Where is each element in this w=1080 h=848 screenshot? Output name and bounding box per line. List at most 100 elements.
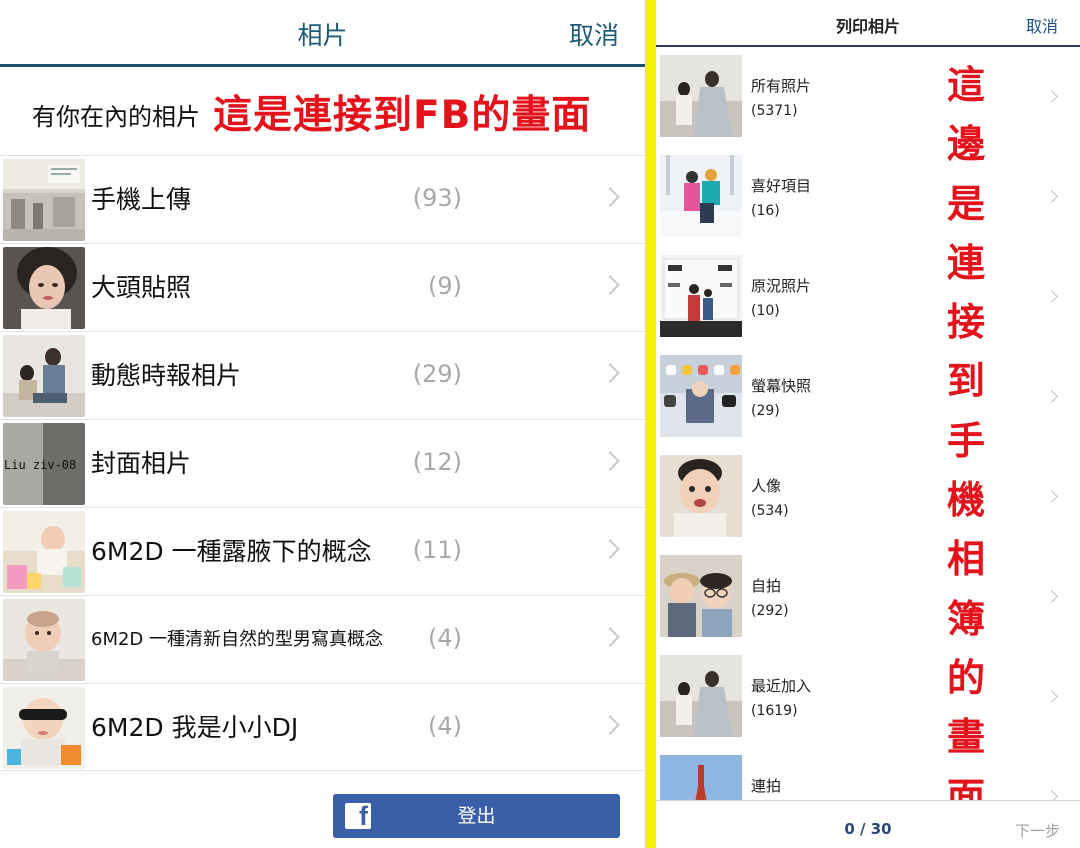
album-name: 大頭貼照 xyxy=(91,273,192,302)
logout-label: 登出 xyxy=(457,805,496,827)
album-count: (5371) xyxy=(751,103,798,119)
annotation-char: 接 xyxy=(946,300,985,345)
phone-album-list: 所有照片 (5371) 喜好項目 (16) 原況照片 (10) 螢幕快照 (29… xyxy=(656,53,1080,848)
annotation-char: 手 xyxy=(946,418,985,463)
album-name: 連拍 xyxy=(751,777,782,795)
album-count: (9) xyxy=(428,272,462,300)
header-divider xyxy=(0,64,645,67)
print-footer: 0 / 30 下一步 xyxy=(656,800,1080,848)
album-name: 手機上傳 xyxy=(91,185,192,214)
phone-album-panel: 列印相片 取消 所有照片 (5371) 喜好項目 (16) 原況照片 (10) … xyxy=(656,0,1080,848)
album-name: 所有照片 xyxy=(751,77,812,95)
album-row[interactable]: 螢幕快照 (29) xyxy=(656,353,1080,453)
album-count: (10) xyxy=(751,303,780,319)
album-name: 喜好項目 xyxy=(751,177,812,195)
album-thumbnail xyxy=(660,155,742,237)
annotation-char: 的 xyxy=(946,655,985,700)
album-count: (4) xyxy=(428,712,462,740)
album-row[interactable]: 所有照片 (5371) xyxy=(656,53,1080,153)
annotation-text: 這是連接到FB的畫面 xyxy=(213,93,592,138)
album-thumbnail xyxy=(660,355,742,437)
album-count: (4) xyxy=(428,624,462,652)
header-divider xyxy=(656,45,1080,47)
album-name: 原況照片 xyxy=(751,277,812,295)
annotation-char: 連 xyxy=(946,240,985,285)
annotation-char: 畫 xyxy=(946,715,985,760)
album-thumbnail xyxy=(660,55,742,137)
album-count: (11) xyxy=(412,536,462,564)
logout-button[interactable]: f 登出 xyxy=(333,794,620,838)
fb-album-row[interactable]: 大頭貼照 (9) xyxy=(0,243,645,331)
album-name: 6M2D 一種露腋下的概念 xyxy=(91,537,372,566)
annotation-char: 相 xyxy=(946,537,985,582)
annotation-char: 到 xyxy=(946,359,985,404)
print-header: 列印相片 取消 xyxy=(656,0,1080,46)
annotation-char: 是 xyxy=(946,181,985,226)
chevron-right-icon xyxy=(1045,690,1058,703)
album-thumbnail xyxy=(3,511,85,593)
album-row[interactable]: 喜好項目 (16) xyxy=(656,153,1080,253)
album-row[interactable]: 人像 (534) xyxy=(656,453,1080,553)
chevron-right-icon xyxy=(1045,90,1058,103)
cover-thumb-text: Liu ziv-08 xyxy=(4,458,76,472)
album-name: 6M2D 一種清新自然的型男寫真概念 xyxy=(91,629,384,650)
album-row[interactable]: 自拍 (292) xyxy=(656,553,1080,653)
fb-album-list: 手機上傳 (93) 大頭貼照 (9) 動態時報相片 (29) Liu ziv-0… xyxy=(0,155,645,771)
chevron-right-icon xyxy=(1045,490,1058,503)
chevron-right-icon xyxy=(1045,290,1058,303)
footer-divider xyxy=(656,800,1080,801)
page-title: 相片 xyxy=(297,21,348,50)
fb-album-row[interactable]: 6M2D 一種清新自然的型男寫真概念 (4) xyxy=(0,595,645,683)
album-thumbnail xyxy=(660,655,742,737)
album-thumbnail xyxy=(3,335,85,417)
album-count: (534) xyxy=(751,503,789,519)
album-count: (29) xyxy=(751,403,780,419)
fb-album-row[interactable]: 手機上傳 (93) xyxy=(0,155,645,243)
chevron-right-icon xyxy=(600,539,620,559)
album-name: 最近加入 xyxy=(751,677,812,695)
album-row[interactable]: 原況照片 (10) xyxy=(656,253,1080,353)
album-thumbnail xyxy=(660,255,742,337)
chevron-right-icon xyxy=(600,275,620,295)
album-thumbnail: Liu ziv-08 xyxy=(3,423,85,505)
album-name: 螢幕快照 xyxy=(751,377,812,395)
chevron-right-icon xyxy=(1045,390,1058,403)
page-title: 列印相片 xyxy=(835,17,900,36)
chevron-right-icon xyxy=(600,187,620,207)
yellow-divider xyxy=(645,0,656,848)
chevron-right-icon xyxy=(600,363,620,383)
album-name: 6M2D 我是小小DJ xyxy=(91,713,299,742)
album-thumbnail xyxy=(3,687,85,769)
chevron-right-icon xyxy=(1045,590,1058,603)
album-thumbnail xyxy=(660,455,742,537)
album-thumbnail xyxy=(660,555,742,637)
section-title: 有你在內的相片 xyxy=(32,103,200,131)
annotation-vertical-text: 這 邊 是 連 接 到 手 機 相 簿 的 畫 面 xyxy=(944,56,988,827)
cancel-button[interactable]: 取消 xyxy=(1026,13,1058,37)
album-name: 動態時報相片 xyxy=(91,361,242,390)
album-count: (12) xyxy=(412,448,462,476)
fb-album-row[interactable]: 動態時報相片 (29) xyxy=(0,331,645,419)
chevron-right-icon xyxy=(600,451,620,471)
annotation-char: 簿 xyxy=(946,596,985,641)
fb-album-row[interactable]: 6M2D 一種露腋下的概念 (11) xyxy=(0,507,645,595)
album-name: 封面相片 xyxy=(91,449,192,478)
fb-photos-panel: 相片 取消 有你在內的相片 這是連接到FB的畫面 手機上傳 (93) 大頭貼照 … xyxy=(0,0,645,848)
album-thumbnail xyxy=(3,247,85,329)
annotation-char: 這 xyxy=(946,63,985,107)
fb-album-row[interactable]: Liu ziv-08 封面相片 (12) xyxy=(0,419,645,507)
album-count: (1619) xyxy=(751,703,798,719)
next-step-button[interactable]: 下一步 xyxy=(1015,820,1060,841)
chevron-right-icon xyxy=(600,627,620,647)
album-row[interactable]: 最近加入 (1619) xyxy=(656,653,1080,753)
annotation-char: 機 xyxy=(946,478,985,523)
cancel-button[interactable]: 取消 xyxy=(569,16,619,52)
fb-album-row[interactable]: 6M2D 我是小小DJ (4) xyxy=(0,683,645,771)
chevron-right-icon xyxy=(600,715,620,735)
album-thumbnail xyxy=(3,599,85,681)
album-thumbnail xyxy=(3,159,85,241)
album-name: 人像 xyxy=(751,477,782,495)
album-name: 自拍 xyxy=(751,577,782,595)
annotation-char: 邊 xyxy=(946,122,985,167)
album-count: (29) xyxy=(412,360,462,388)
